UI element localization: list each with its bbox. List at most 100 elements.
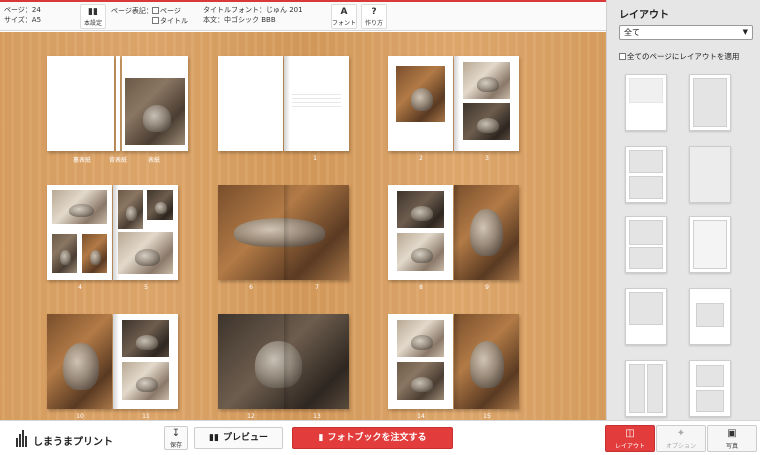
spread-caption: 12 — [247, 413, 255, 420]
front-cover-page[interactable] — [122, 56, 188, 151]
photo-slot[interactable] — [463, 103, 510, 140]
page-checkbox[interactable] — [152, 7, 159, 14]
save-button[interactable]: ↧ 保存 — [164, 426, 188, 450]
photo-slot[interactable] — [118, 190, 143, 229]
spread-pages-10-11[interactable]: 10 11 — [47, 314, 178, 420]
apply-all-row[interactable]: 全てのページにレイアウトを適用 — [619, 51, 739, 62]
tab-option[interactable]: ✦ オプション — [656, 425, 706, 452]
spread-cover[interactable]: 裏表紙 背表紙 表紙 — [47, 56, 188, 164]
spread-pages-4-5[interactable]: 4 5 — [47, 185, 178, 291]
photo-slot[interactable] — [82, 234, 107, 273]
title-checkbox-row[interactable]: タイトル — [152, 16, 188, 26]
photo-slot[interactable] — [463, 62, 510, 99]
question-icon: ? — [371, 7, 377, 17]
page-2[interactable] — [388, 56, 453, 151]
layout-option[interactable] — [625, 216, 667, 273]
title-checkbox[interactable] — [152, 17, 159, 24]
photo-slot[interactable] — [397, 362, 444, 400]
apply-all-checkbox[interactable] — [619, 53, 626, 60]
spread-pages-6-7[interactable]: 6 7 — [218, 185, 349, 291]
spread-pages-14-15[interactable]: 14 15 — [388, 314, 519, 420]
tab-layout-label: レイアウト — [614, 443, 645, 450]
layout-option[interactable] — [625, 74, 667, 131]
layout-option[interactable] — [689, 360, 731, 417]
page-notation: ページ表記： — [111, 6, 153, 16]
photo-slot[interactable] — [397, 320, 444, 357]
spread-caption: 5 — [144, 284, 148, 291]
layout-filter-select[interactable]: 全て ▼ — [619, 25, 753, 40]
layout-option[interactable] — [689, 74, 731, 131]
page-11[interactable] — [113, 314, 178, 409]
photo-slot[interactable] — [118, 232, 173, 274]
photo-slot[interactable] — [52, 190, 107, 224]
preview-label: プレビュー — [222, 433, 268, 443]
page-14[interactable] — [388, 314, 453, 409]
page-checkbox-label: ページ — [160, 7, 181, 15]
font-button[interactable]: A フォント — [331, 4, 357, 29]
title-page[interactable] — [284, 56, 349, 151]
page-9[interactable] — [454, 185, 519, 280]
spread-caption: 14 — [417, 413, 425, 420]
page-10[interactable] — [47, 314, 112, 409]
layout-option[interactable] — [689, 288, 731, 345]
photo-slot[interactable] — [122, 362, 169, 400]
blank-page[interactable] — [218, 56, 283, 151]
layout-option[interactable] — [625, 360, 667, 417]
page-5[interactable] — [113, 185, 178, 280]
spread-caption: 表紙 — [147, 157, 160, 164]
order-photobook-button[interactable]: ▮ フォトブックを注文する — [292, 427, 453, 449]
spread-pages-8-9[interactable]: 8 9 — [388, 185, 519, 291]
book-size: サイズ：A5 — [4, 16, 42, 24]
layout-option[interactable] — [625, 146, 667, 203]
spread-caption: 1 — [313, 155, 317, 162]
photo-slot[interactable] — [397, 191, 444, 228]
spread-pages-12-13[interactable]: 12 13 — [218, 314, 349, 420]
preview-button[interactable]: ▮▮ プレビュー — [194, 427, 283, 449]
spread-caption: 背表紙 — [108, 157, 127, 164]
title-font: タイトルフォント：じゅん 201 — [203, 6, 303, 14]
notation-options: ページ タイトル — [152, 6, 188, 26]
help-button-label: 作り方 — [364, 20, 383, 27]
page-4[interactable] — [47, 185, 112, 280]
help-button[interactable]: ? 作り方 — [361, 4, 387, 29]
spread-caption: 8 — [419, 284, 423, 291]
photo-slot[interactable] — [396, 66, 445, 122]
page-3[interactable] — [454, 56, 519, 151]
body-font: 本文：中ゴシック BBB — [203, 16, 276, 24]
logo-icon — [16, 430, 28, 447]
top-toolbar: ページ：24 サイズ：A5 ▮▮ 本設定 ページ表記： ページ タイトル タイト… — [0, 2, 606, 31]
book-icon: ▮▮ — [88, 7, 98, 17]
spread-caption: 裏表紙 — [72, 157, 91, 164]
spine-page[interactable] — [116, 56, 120, 151]
layout-option[interactable] — [625, 288, 667, 345]
cover-photo[interactable] — [125, 78, 185, 145]
layout-filter-value: 全て — [624, 28, 640, 37]
page-15[interactable] — [454, 314, 519, 409]
spread-caption: 15 — [483, 413, 491, 420]
page-8[interactable] — [388, 185, 453, 280]
tab-photo[interactable]: ▣ 写真 — [707, 425, 757, 452]
page-workspace: 裏表紙 背表紙 表紙 1 2 3 4 5 6 7 8 9 10 11 12 13… — [0, 32, 606, 420]
photo-slot[interactable] — [122, 320, 169, 357]
page-checkbox-row[interactable]: ページ — [152, 6, 188, 16]
spread-caption: 13 — [313, 413, 321, 420]
photo-slot[interactable] — [147, 190, 173, 220]
spread-page-1[interactable]: 1 — [218, 56, 349, 162]
photo-slot[interactable] — [454, 185, 519, 280]
spread-caption: 10 — [76, 413, 84, 420]
layout-option[interactable] — [689, 216, 731, 273]
spread-caption: 3 — [485, 155, 489, 162]
tab-layout[interactable]: ◫ レイアウト — [605, 425, 655, 452]
font-icon: A — [340, 7, 348, 17]
spread-pages-2-3[interactable]: 2 3 — [388, 56, 519, 162]
photo-slot[interactable] — [397, 233, 444, 271]
photo-slot[interactable] — [47, 314, 112, 409]
book-settings-button[interactable]: ▮▮ 本設定 — [80, 4, 106, 29]
layout-option[interactable] — [689, 146, 731, 203]
photo-slot[interactable] — [52, 234, 77, 273]
spread-caption: 11 — [142, 413, 150, 420]
book-icon: ▮ — [318, 433, 324, 443]
back-cover-page[interactable] — [47, 56, 114, 151]
photo-slot[interactable] — [454, 314, 519, 409]
layout-icon: ◫ — [625, 428, 635, 439]
